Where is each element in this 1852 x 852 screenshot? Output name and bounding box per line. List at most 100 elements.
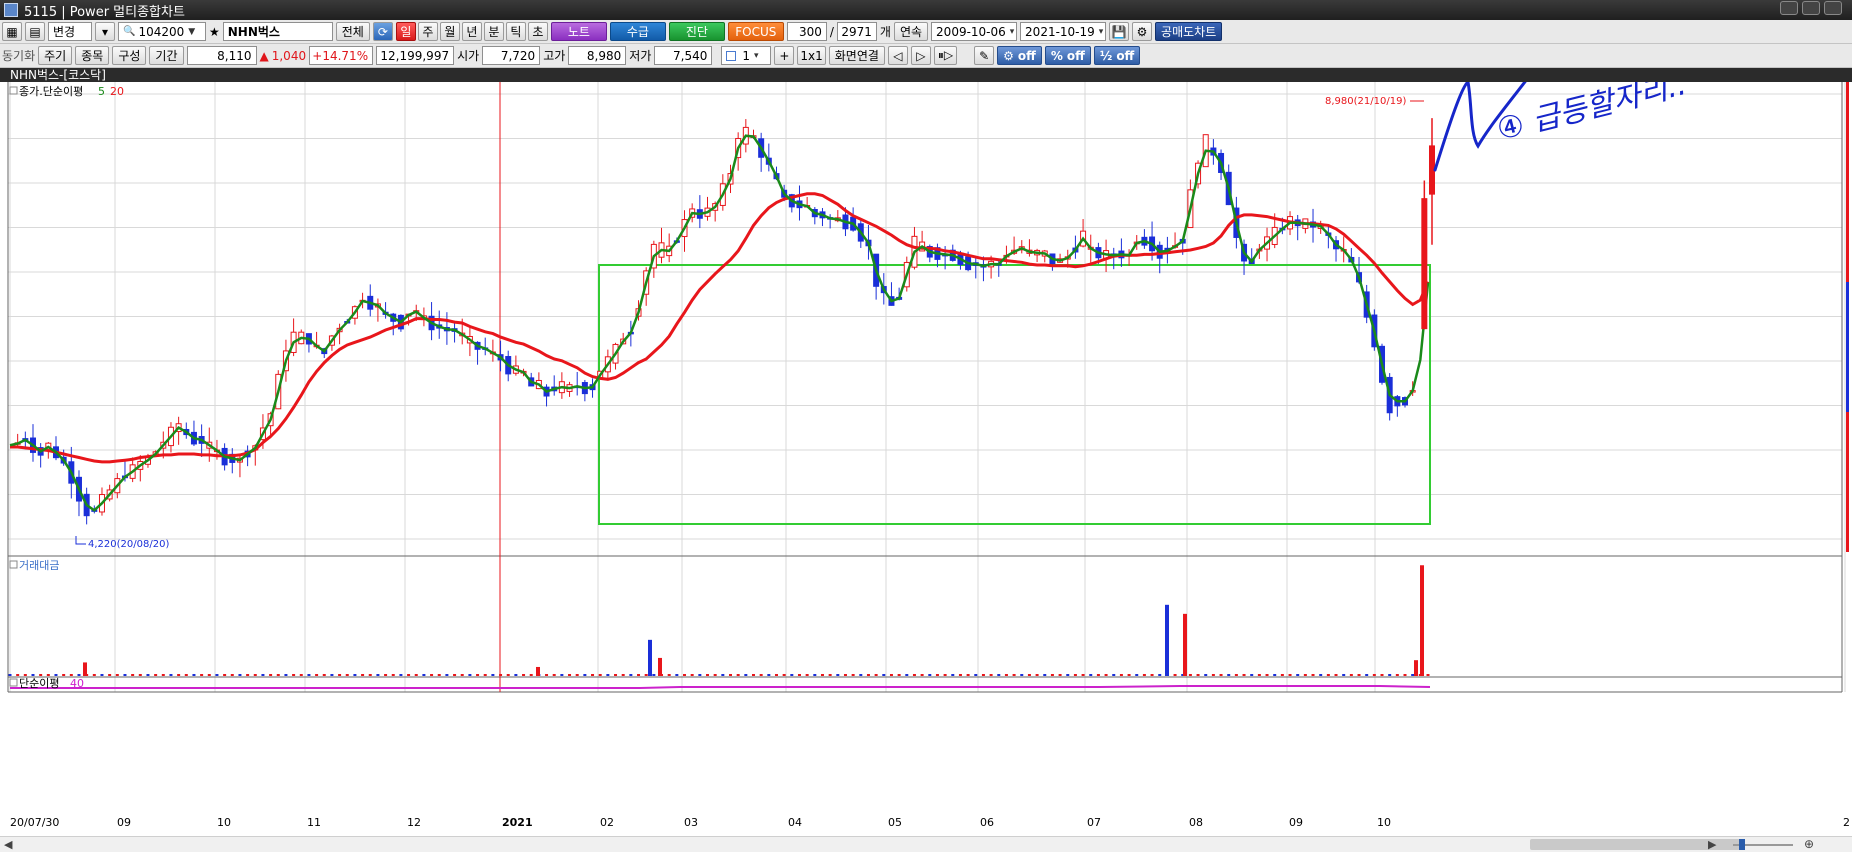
ma-short-legend: 5: [98, 85, 105, 98]
zoom-slider[interactable]: [1733, 839, 1793, 850]
supply-button[interactable]: 수급: [609, 22, 666, 41]
stock-name-field[interactable]: NHN벅스: [222, 22, 333, 41]
period-minute-button[interactable]: 분: [483, 22, 504, 41]
unit-select-value: 1: [742, 48, 751, 63]
up-arrow-icon: ▲: [259, 48, 269, 63]
volume-bar: [200, 674, 204, 676]
count-separator: /: [829, 24, 834, 39]
unit-select[interactable]: 1 ▾: [721, 46, 772, 65]
volume-bar: [230, 674, 234, 676]
focus-button[interactable]: FOCUS: [727, 22, 784, 41]
sync-label[interactable]: 동기화: [2, 47, 35, 64]
favorite-star-icon[interactable]: ★: [209, 25, 220, 39]
note-button[interactable]: 노트: [550, 22, 607, 41]
mode-select[interactable]: 변경: [48, 22, 92, 41]
x-tick-label: 09: [117, 816, 131, 829]
crosshair-icon[interactable]: +: [774, 46, 795, 65]
volume-bar: [843, 674, 847, 676]
prev-triangle-icon[interactable]: ◁: [887, 46, 908, 65]
chevron-down-icon: ▼: [188, 26, 196, 37]
app-icon: [4, 3, 18, 17]
period-tick-button[interactable]: 틱: [505, 22, 526, 41]
item-config-button[interactable]: 종목: [75, 46, 110, 65]
scroll-left-icon[interactable]: ◀: [4, 838, 12, 851]
volume-bar: [1242, 674, 1246, 676]
period-month-button[interactable]: 월: [439, 22, 460, 41]
close-button[interactable]: [1824, 1, 1842, 15]
end-date-picker[interactable]: 2021-10-19 ▾: [1020, 22, 1107, 41]
volume-bar: [805, 674, 809, 676]
minimize-button[interactable]: [1780, 1, 1798, 15]
volume-bar: [1012, 674, 1016, 676]
zoom-in-icon[interactable]: ⊕: [1804, 837, 1814, 851]
next-triangle-icon[interactable]: ▷: [910, 46, 931, 65]
volume-bar: [1050, 674, 1054, 676]
refresh-icon[interactable]: ⟳: [372, 22, 393, 41]
volume-bar: [322, 674, 326, 676]
volume-bar: [1319, 674, 1323, 676]
screen-link-button[interactable]: 화면연결: [828, 46, 885, 65]
volume-bar: [62, 674, 66, 676]
period-config-button[interactable]: 주기: [38, 46, 73, 65]
maximize-button[interactable]: [1802, 1, 1820, 15]
volume-bar: [637, 674, 641, 676]
grid-view-icon[interactable]: ▦: [2, 22, 22, 41]
volume-bar: [1234, 674, 1238, 676]
volume-bar: [560, 674, 564, 676]
period-week-button[interactable]: 주: [417, 22, 438, 41]
volume-bar: [1372, 674, 1376, 676]
start-date-picker[interactable]: 2009-10-06 ▾: [931, 22, 1018, 41]
chevron-down-icon: ▾: [1009, 26, 1015, 37]
period-year-button[interactable]: 년: [461, 22, 482, 41]
volume-bar: [759, 674, 763, 676]
volume-bar: [958, 674, 962, 676]
volume-bar: [391, 674, 395, 676]
pen-draw-icon[interactable]: ✎: [974, 46, 995, 65]
layout-config-button[interactable]: 구성: [112, 46, 147, 65]
stock-code-input[interactable]: 🔍 104200 ▼: [118, 22, 206, 41]
overlay-toggle-2[interactable]: % off: [1044, 46, 1091, 65]
period-second-button[interactable]: 초: [527, 22, 548, 41]
range-config-button[interactable]: 기간: [149, 46, 184, 65]
volume-bar: [253, 674, 257, 676]
volume-bar: [767, 674, 771, 676]
continuous-button[interactable]: 연속: [893, 22, 929, 41]
window-titlebar: 5115 | Power 멀티종합차트: [0, 0, 1852, 20]
period-day-button[interactable]: 일: [395, 22, 416, 41]
horizontal-scrollbar[interactable]: ◀ ▶ ⊕: [0, 836, 1852, 852]
chart-title-bar: NHN벅스-[코스닥]: [0, 68, 1852, 82]
volume-bar: [744, 674, 748, 676]
volume-bar: [16, 674, 20, 676]
volume-bar: [154, 674, 158, 676]
end-date-value: 2021-10-19: [1025, 24, 1095, 39]
tools-icon[interactable]: ⚙: [1132, 22, 1153, 41]
stock-chart[interactable]: 20/07/30 09 10 11 12 2021 02 03 04 05 06 07 08 09 10 2 …: [0, 82, 1852, 836]
volume-bar: [774, 674, 778, 676]
overlay-toggle-1-label: off: [1017, 48, 1036, 63]
volume-bar: [897, 674, 901, 676]
volume-bar: [836, 674, 840, 676]
volume-bar: [667, 674, 671, 676]
all-button[interactable]: 전체: [335, 22, 370, 41]
mode-dropdown-chevron-icon[interactable]: ▾: [95, 22, 115, 41]
zoom-knob[interactable]: [1739, 839, 1745, 850]
ratio-button[interactable]: 1x1: [797, 46, 826, 65]
overlay-toggle-3[interactable]: ½ off: [1093, 46, 1141, 65]
volume-bar: [1104, 674, 1108, 676]
scroll-right-icon[interactable]: ▶: [1708, 838, 1716, 851]
volume-bar: [384, 674, 388, 676]
save-icon[interactable]: 💾: [1109, 22, 1130, 41]
period-button-group: 일 주 월 년 분 틱 초: [395, 22, 548, 41]
volume-bar: [1403, 674, 1407, 676]
diagnosis-button[interactable]: 진단: [668, 22, 725, 41]
volume-bar: [652, 674, 656, 676]
short-sell-chart-button[interactable]: 공매도차트: [1155, 22, 1223, 41]
play-pause-icon[interactable]: ⏸▷: [933, 46, 958, 65]
volume-bar: [1395, 674, 1399, 676]
price-change-pct: +14.71%: [309, 46, 374, 65]
chart-view-icon[interactable]: ▤: [25, 22, 45, 41]
volume-bar: [215, 674, 219, 676]
overlay-toggle-1[interactable]: ⚙ off: [997, 46, 1042, 65]
count-input[interactable]: 300: [786, 22, 827, 41]
volume-bar: [1257, 674, 1261, 676]
